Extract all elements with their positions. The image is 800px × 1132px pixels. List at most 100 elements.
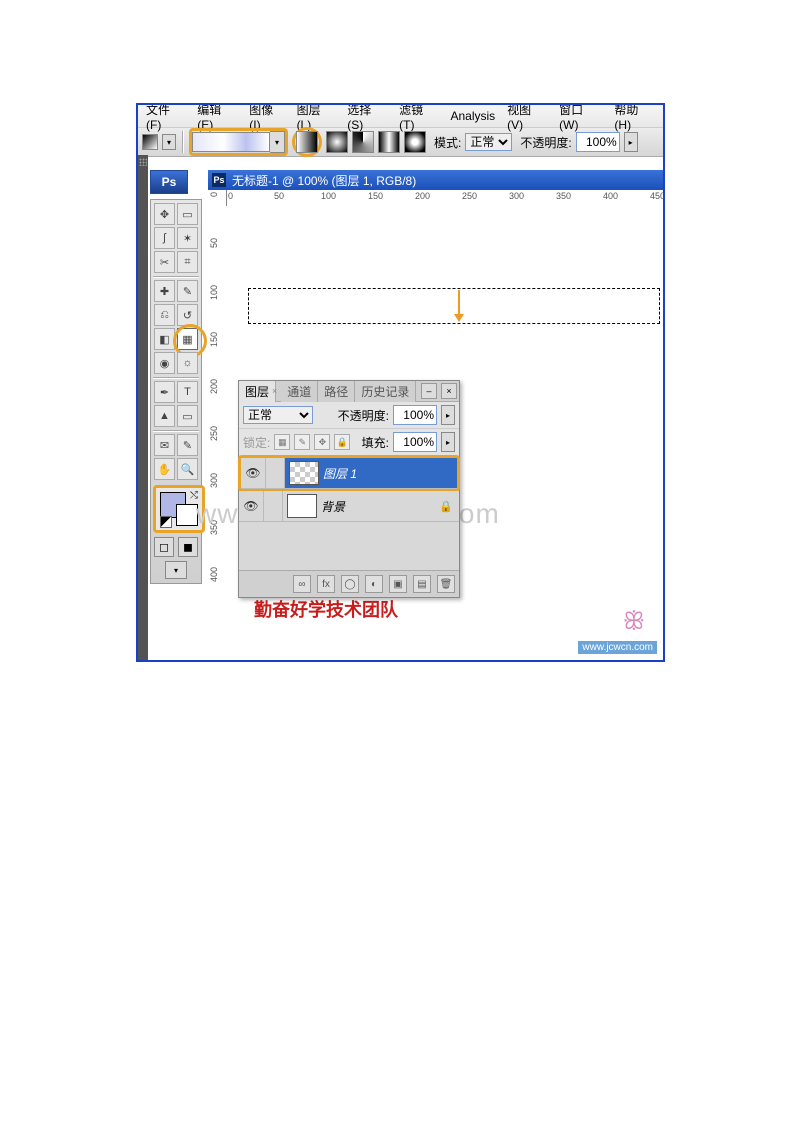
ruler-v-tick: 400 bbox=[209, 567, 219, 582]
tab-channels[interactable]: 通道 bbox=[281, 381, 318, 402]
opacity-label: 不透明度: bbox=[520, 134, 571, 151]
menu-filter[interactable]: 滤镜(T) bbox=[393, 103, 444, 134]
layer-opacity-flyout[interactable]: ▸ bbox=[441, 405, 455, 425]
gradient-tool[interactable]: ▦ bbox=[177, 328, 198, 350]
layer-fx-button[interactable]: fx bbox=[317, 575, 335, 593]
visibility-eye-icon[interactable]: 👁 bbox=[241, 458, 266, 488]
ruler-vertical: 0 50 100 150 200 250 300 350 400 bbox=[208, 190, 227, 660]
layer-mask-button[interactable]: ◯ bbox=[341, 575, 359, 593]
menu-select[interactable]: 选择(S) bbox=[341, 103, 393, 134]
new-layer-button[interactable]: ▤ bbox=[413, 575, 431, 593]
layer-thumbnail[interactable] bbox=[287, 494, 317, 518]
quickmask-button[interactable]: ◼ bbox=[178, 537, 198, 557]
ruler-horizontal: 0 50 100 150 200 250 300 350 400 450 bbox=[226, 190, 663, 207]
layer-name[interactable]: 图层 1 bbox=[323, 465, 457, 482]
annotation-team-text: 勤奋好学技术团队 bbox=[254, 596, 398, 622]
move-tool[interactable]: ✥ bbox=[154, 203, 175, 225]
lock-position-icon[interactable]: ✥ bbox=[314, 434, 330, 450]
fill-flyout[interactable]: ▸ bbox=[441, 432, 455, 452]
menu-view[interactable]: 视图(V) bbox=[501, 103, 553, 134]
crop-tool[interactable]: ✂ bbox=[154, 251, 175, 273]
menu-analysis[interactable]: Analysis bbox=[444, 107, 501, 125]
link-layers-button[interactable]: ∞ bbox=[293, 575, 311, 593]
color-swatch-highlight: ⤭ bbox=[153, 485, 205, 533]
layer-blend-select[interactable]: 正常 bbox=[243, 406, 313, 424]
layer-thumbnail[interactable] bbox=[289, 461, 319, 485]
gradient-picker-highlight: ▾ bbox=[189, 128, 288, 156]
gradient-dropdown[interactable]: ▾ bbox=[270, 131, 285, 153]
tab-close-icon[interactable]: × bbox=[272, 386, 277, 396]
ruler-v-tick: 150 bbox=[209, 332, 219, 347]
tool-preset-dropdown[interactable]: ▾ bbox=[162, 134, 176, 150]
menu-help[interactable]: 帮助(H) bbox=[608, 103, 661, 134]
gradient-radial-button[interactable] bbox=[326, 131, 348, 153]
menu-window[interactable]: 窗口(W) bbox=[553, 103, 608, 134]
blur-tool[interactable]: ◉ bbox=[154, 352, 175, 374]
ruler-h-tick: 350 bbox=[556, 191, 571, 201]
heal-tool[interactable]: ✚ bbox=[154, 280, 175, 302]
panel-dock-strip bbox=[138, 155, 148, 660]
gradient-preview[interactable] bbox=[192, 132, 270, 152]
gradient-reflected-button[interactable] bbox=[378, 131, 400, 153]
ruler-h-tick: 0 bbox=[228, 191, 233, 201]
dodge-tool[interactable]: ☼ bbox=[177, 352, 198, 374]
link-column[interactable] bbox=[266, 458, 285, 488]
layer-opacity-input[interactable] bbox=[393, 405, 437, 425]
gradient-linear-button[interactable] bbox=[296, 131, 318, 153]
history-brush-tool[interactable]: ↺ bbox=[177, 304, 198, 326]
brush-tool[interactable]: ✎ bbox=[177, 280, 198, 302]
panel-minimize-button[interactable]: – bbox=[421, 383, 437, 399]
layer-row[interactable]: 👁 背景 🔒 bbox=[239, 491, 459, 522]
marquee-tool[interactable]: ▭ bbox=[177, 203, 198, 225]
swap-colors-icon[interactable]: ⤭ bbox=[190, 490, 198, 501]
ps-logo: Ps bbox=[150, 170, 188, 194]
ruler-h-tick: 300 bbox=[509, 191, 524, 201]
tool-preset-icon[interactable] bbox=[142, 134, 158, 150]
layer-name[interactable]: 背景 bbox=[321, 498, 439, 515]
layer-row[interactable]: 👁 图层 1 bbox=[241, 458, 457, 489]
link-column[interactable] bbox=[264, 491, 283, 521]
lock-pixels-icon[interactable]: ✎ bbox=[294, 434, 310, 450]
lasso-tool[interactable]: ʃ bbox=[154, 227, 175, 249]
stamp-tool[interactable]: ⎌ bbox=[154, 304, 175, 326]
tab-layers[interactable]: 图层 bbox=[239, 381, 276, 402]
shape-tool[interactable]: ▭ bbox=[177, 405, 198, 427]
wand-tool[interactable]: ✶ bbox=[177, 227, 198, 249]
background-color[interactable] bbox=[176, 504, 198, 526]
opacity-input[interactable] bbox=[576, 132, 620, 152]
blend-mode-select[interactable]: 正常 bbox=[465, 133, 512, 151]
ruler-v-tick: 0 bbox=[209, 192, 219, 197]
tab-paths[interactable]: 路径 bbox=[318, 381, 355, 402]
eyedropper-tool[interactable]: ✎ bbox=[177, 434, 198, 456]
fill-input[interactable] bbox=[393, 432, 437, 452]
path-select-tool[interactable]: ▲ bbox=[154, 405, 175, 427]
default-colors-icon[interactable] bbox=[160, 516, 172, 528]
eraser-tool[interactable]: ◧ bbox=[154, 328, 175, 350]
new-group-button[interactable]: ▣ bbox=[389, 575, 407, 593]
panel-close-button[interactable]: × bbox=[441, 383, 457, 399]
menu-bar: 文件(F) 编辑(E) 图像(I) 图层(L) 选择(S) 滤镜(T) Anal… bbox=[138, 105, 663, 128]
hand-tool[interactable]: ✋ bbox=[154, 458, 175, 480]
lock-all-icon[interactable]: 🔒 bbox=[334, 434, 350, 450]
divider bbox=[182, 131, 183, 153]
gradient-diamond-button[interactable] bbox=[404, 131, 426, 153]
opacity-flyout[interactable]: ▸ bbox=[624, 132, 638, 152]
gradient-angle-button[interactable] bbox=[352, 131, 374, 153]
ruler-v-tick: 100 bbox=[209, 285, 219, 300]
tab-history[interactable]: 历史记录 bbox=[355, 381, 416, 402]
visibility-eye-icon[interactable]: 👁 bbox=[239, 491, 264, 521]
notes-tool[interactable]: ✉ bbox=[154, 434, 175, 456]
lock-icon: 🔒 bbox=[439, 500, 453, 513]
standard-mode-button[interactable]: ◻ bbox=[154, 537, 174, 557]
lock-transparency-icon[interactable]: ▦ bbox=[274, 434, 290, 450]
type-tool[interactable]: T bbox=[177, 381, 198, 403]
zoom-tool[interactable]: 🔍 bbox=[177, 458, 198, 480]
adjustment-layer-button[interactable]: ◐ bbox=[365, 575, 383, 593]
layers-panel[interactable]: 图层 × 通道 路径 历史记录 – × 正常 不透明度: ▸ 锁定: ▦ ✎ ✥… bbox=[238, 380, 460, 598]
screenmode-button[interactable]: ▾ bbox=[165, 561, 187, 579]
menu-file[interactable]: 文件(F) bbox=[140, 103, 191, 134]
slice-tool[interactable]: ⌗ bbox=[177, 251, 198, 273]
delete-layer-button[interactable]: 🗑 bbox=[437, 575, 455, 593]
document-titlebar[interactable]: Ps 无标题-1 @ 100% (图层 1, RGB/8) bbox=[208, 170, 663, 191]
pen-tool[interactable]: ✒ bbox=[154, 381, 175, 403]
